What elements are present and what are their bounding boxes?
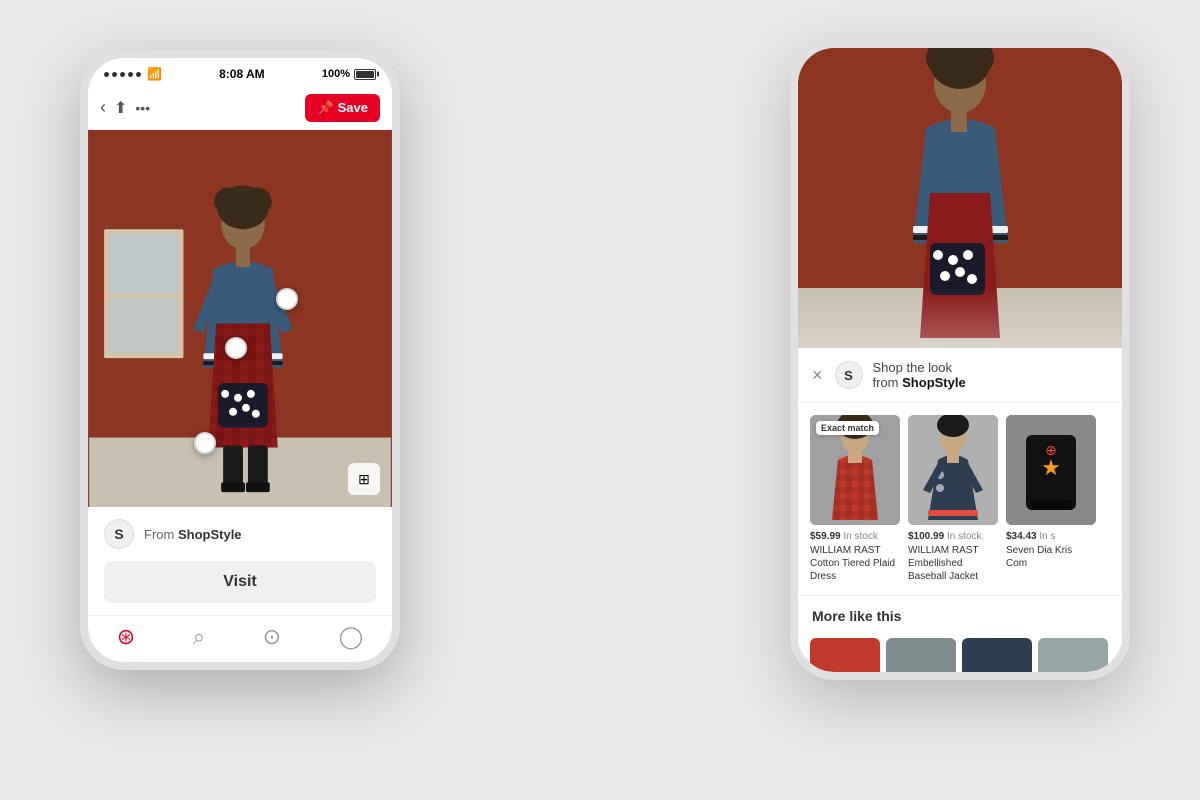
product-name-3: Seven Dia Kris Com [1006,544,1096,570]
tab-profile[interactable]: ◯ [339,624,364,650]
battery-icon [354,69,376,80]
shop-logo: S [835,361,863,389]
left-phone: 📶 8:08 AM 100% ‹ ⬆ ••• 📌 Save [80,50,400,670]
pin-photo [88,130,392,507]
expand-button[interactable]: ⊞ [348,463,380,495]
status-bar-left: 📶 8:08 AM 100% [88,58,392,86]
more-section: More like this [798,595,1122,630]
product-price-2: $100.99 In stock [908,531,998,542]
battery-area: 100% [322,68,376,80]
product-card-3[interactable]: ★ ⊕ $34.43 In s Seven Dia Kris Com [1006,415,1096,583]
right-phone: × S Shop the look from ShopStyle Exact m… [790,40,1130,680]
product-name-2: WILLIAM RAST Embellished Baseball Jacket [908,544,998,583]
thumb-4[interactable] [1038,638,1108,672]
tab-chat[interactable]: ⊙ [263,624,281,650]
hotspot-bag[interactable] [225,337,247,359]
tab-home[interactable]: ⊛ [117,624,135,650]
source-text: From ShopStyle [144,527,242,542]
source-row: S From ShopStyle [88,507,392,561]
product-price-1: $59.99 In stock [810,531,900,542]
back-button[interactable]: ‹ [100,97,106,118]
battery-pct: 100% [322,68,350,80]
product-image-3: ★ ⊕ [1006,415,1096,525]
shop-title: Shop the look from ShopStyle [873,360,966,390]
right-pin-image [798,48,1122,348]
product-image-1: Exact match [810,415,900,525]
hotspot-boots[interactable] [194,432,216,454]
save-button[interactable]: 📌 Save [305,94,380,122]
product-image-2 [908,415,998,525]
image-gradient [798,288,1122,348]
source-avatar: S [104,519,134,549]
tab-search[interactable]: ⌕ [193,624,205,650]
svg-text:⊕: ⊕ [1045,442,1057,458]
thumb-3[interactable] [962,638,1032,672]
close-button[interactable]: × [812,365,823,386]
product-card-2[interactable]: $100.99 In stock WILLIAM RAST Embellishe… [908,415,998,583]
product-grid: Exact match [798,403,1122,595]
more-button[interactable]: ••• [135,100,305,116]
main-pin-image: ⊞ [88,130,392,507]
visit-button[interactable]: Visit [104,561,376,603]
shop-header: × S Shop the look from ShopStyle [798,348,1122,403]
product-card-1[interactable]: Exact match [810,415,900,583]
signal-dot-5 [136,72,141,77]
signal-dot-1 [104,72,109,77]
pin-icon: 📌 [317,100,333,116]
shop-panel: × S Shop the look from ShopStyle Exact m… [798,348,1122,672]
exact-match-badge: Exact match [816,421,879,435]
share-button[interactable]: ⬆ [114,98,127,118]
signal-dot-4 [128,72,133,77]
thumb-1[interactable] [810,638,880,672]
svg-text:★: ★ [1041,455,1061,480]
tab-bar: ⊛ ⌕ ⊙ ◯ [88,615,392,662]
product-price-3: $34.43 In s [1006,531,1096,542]
status-time: 8:08 AM [219,67,265,81]
thumb-2[interactable] [886,638,956,672]
product-name-1: WILLIAM RAST Cotton Tiered Plaid Dress [810,544,900,583]
nav-bar: ‹ ⬆ ••• 📌 Save [88,86,392,130]
signal-area: 📶 [104,67,162,81]
wifi-icon: 📶 [147,67,162,81]
signal-dot-3 [120,72,125,77]
signal-dot-2 [112,72,117,77]
thumb-row [798,630,1122,672]
